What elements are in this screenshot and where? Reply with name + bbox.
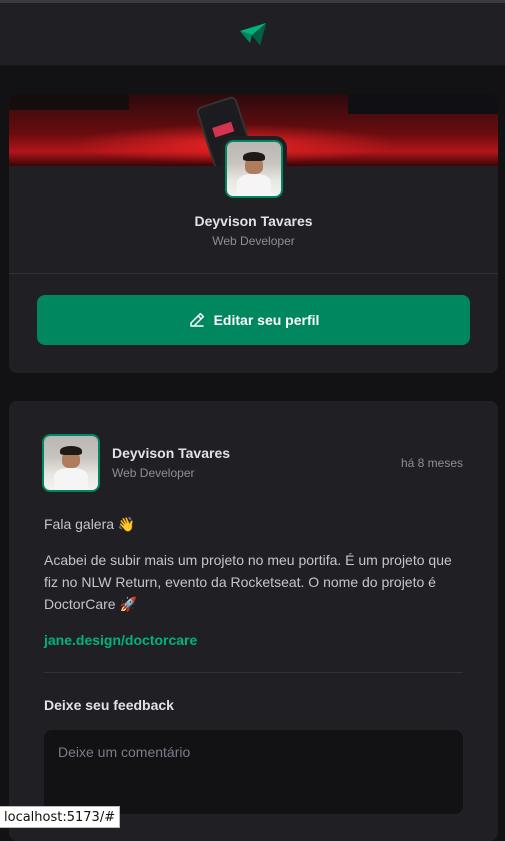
- pencil-icon: [188, 311, 206, 329]
- edit-profile-label: Editar seu perfil: [214, 312, 320, 328]
- post-link[interactable]: jane.design/doctorcare: [44, 632, 197, 648]
- post-content: Fala galera 👋 Acabei de subir mais um pr…: [44, 513, 464, 665]
- profile-card: Deyvison Tavares Web Developer Editar se…: [9, 94, 498, 373]
- edit-profile-button[interactable]: Editar seu perfil: [37, 295, 470, 345]
- comment-input[interactable]: [44, 730, 463, 814]
- app-header: [0, 3, 505, 66]
- post-card: Deyvison Tavares Web Developer há 8 mese…: [9, 401, 498, 841]
- browser-status-url: localhost:5173/#: [0, 806, 120, 828]
- post-author-avatar[interactable]: [42, 434, 100, 492]
- post-divider: [44, 672, 463, 673]
- post-greeting: Fala galera 👋: [44, 513, 464, 535]
- feedback-title: Deixe seu feedback: [44, 697, 174, 713]
- profile-name: Deyvison Tavares: [9, 213, 498, 229]
- post-author-role: Web Developer: [112, 466, 195, 480]
- post-text: Acabei de subir mais um projeto no meu p…: [44, 549, 464, 615]
- post-author-name: Deyvison Tavares: [112, 445, 230, 461]
- profile-divider: [9, 273, 498, 274]
- profile-role: Web Developer: [9, 234, 498, 248]
- post-time: há 8 meses: [401, 456, 463, 470]
- profile-avatar[interactable]: [225, 140, 283, 198]
- ignite-logo-icon[interactable]: [238, 21, 268, 47]
